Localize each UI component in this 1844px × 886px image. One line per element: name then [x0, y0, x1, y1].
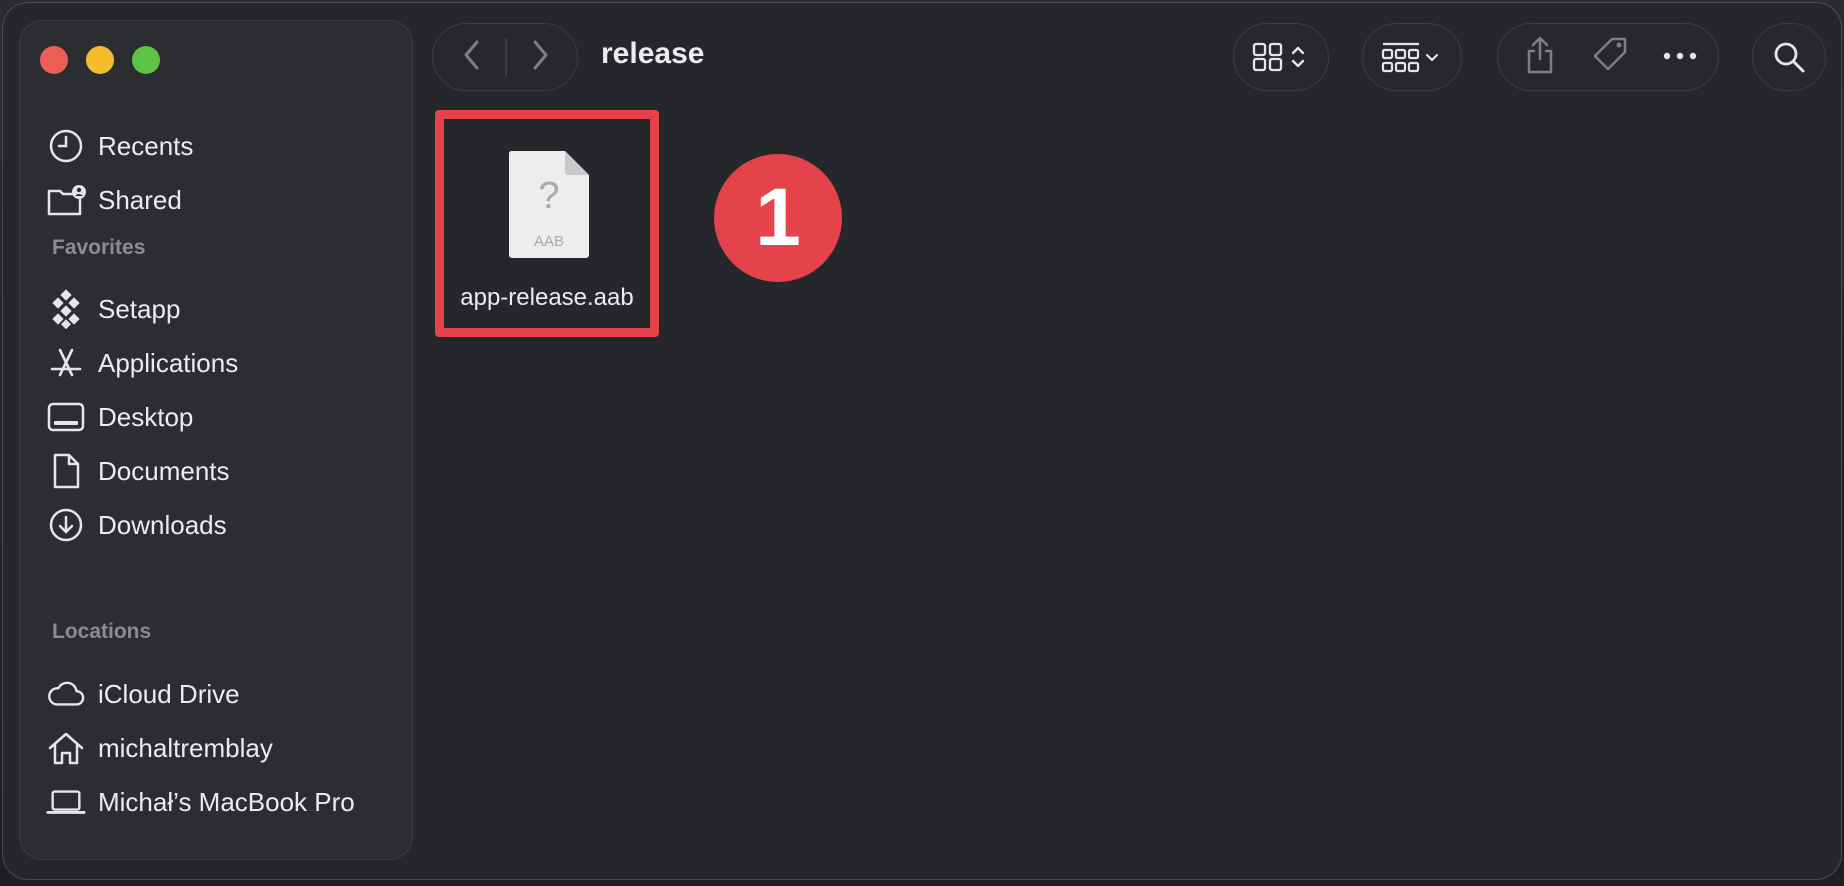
sidebar-item-applications[interactable]: Applications: [46, 337, 386, 389]
home-icon: [46, 728, 86, 768]
search-icon: [1753, 24, 1824, 90]
sidebar-item-label: Desktop: [98, 401, 194, 432]
locations-heading: Locations: [52, 620, 152, 643]
nav-divider: [505, 38, 507, 76]
file-name: app-release.aab: [460, 284, 634, 311]
download-icon: [46, 505, 86, 545]
view-mode-button[interactable]: [1233, 23, 1329, 91]
sidebar-item-label: Downloads: [98, 509, 227, 540]
sidebar-item-icloud[interactable]: iCloud Drive: [46, 668, 386, 720]
file-type-glyph: ?: [538, 175, 560, 217]
file-icon: ? AAB: [507, 149, 591, 259]
file-item[interactable]: ? AAB app-release.aab: [435, 110, 659, 337]
sidebar-item-label: Michał’s MacBook Pro: [98, 786, 355, 817]
sidebar: Recents Shared Favorites Setapp Applicat…: [19, 20, 413, 860]
back-button[interactable]: [443, 24, 501, 90]
file-type-label: AAB: [533, 233, 564, 250]
grid-view-icon: [1234, 24, 1327, 90]
forward-button[interactable]: [511, 24, 569, 90]
applications-icon: [46, 343, 86, 383]
chevron-right-icon: [529, 38, 551, 77]
search-button[interactable]: [1752, 23, 1826, 91]
document-icon: [46, 451, 86, 491]
favorites-heading: Favorites: [52, 236, 146, 259]
sidebar-item-documents[interactable]: Documents: [46, 445, 386, 497]
tag-button[interactable]: [1580, 24, 1640, 90]
finder-window: Recents Shared Favorites Setapp Applicat…: [2, 2, 1842, 880]
window-title: release: [601, 37, 705, 70]
chevron-left-icon: [461, 38, 483, 77]
group-by-icon: [1363, 24, 1460, 90]
desktop-icon: [46, 397, 86, 437]
share-button[interactable]: [1510, 24, 1570, 90]
screen: Recents Shared Favorites Setapp Applicat…: [0, 0, 1844, 886]
sidebar-item-setapp[interactable]: Setapp: [46, 283, 386, 335]
sidebar-item-label: Recents: [98, 130, 194, 161]
laptop-icon: [46, 782, 86, 822]
sidebar-item-label: Documents: [98, 455, 230, 486]
shared-folder-icon: [46, 180, 86, 220]
nav-button-group: [432, 23, 578, 91]
sidebar-item-shared[interactable]: Shared: [46, 174, 386, 226]
share-icon: [1523, 35, 1557, 80]
cloud-icon: [46, 674, 86, 714]
sidebar-item-label: Setapp: [98, 293, 181, 324]
close-button[interactable]: [40, 46, 68, 74]
sidebar-item-desktop[interactable]: Desktop: [46, 391, 386, 443]
sidebar-item-label: Applications: [98, 347, 239, 378]
sidebar-item-label: iCloud Drive: [98, 678, 240, 709]
minimize-button[interactable]: [86, 46, 114, 74]
sidebar-item-home[interactable]: michaltremblay: [46, 722, 386, 774]
sidebar-item-label: michaltremblay: [98, 732, 273, 763]
actions-button-group: [1497, 23, 1719, 91]
zoom-button[interactable]: [132, 46, 160, 74]
annotation-badge: 1: [714, 154, 842, 282]
sidebar-item-label: Shared: [98, 184, 182, 215]
tag-icon: [1590, 35, 1630, 80]
clock-icon: [46, 126, 86, 166]
setapp-icon: [46, 289, 86, 329]
sidebar-item-macbook[interactable]: Michał’s MacBook Pro: [46, 776, 386, 828]
group-by-button[interactable]: [1362, 23, 1462, 91]
sidebar-item-recents[interactable]: Recents: [46, 120, 386, 172]
sidebar-item-downloads[interactable]: Downloads: [46, 499, 386, 551]
more-button[interactable]: [1650, 24, 1710, 90]
more-icon: [1662, 48, 1698, 66]
